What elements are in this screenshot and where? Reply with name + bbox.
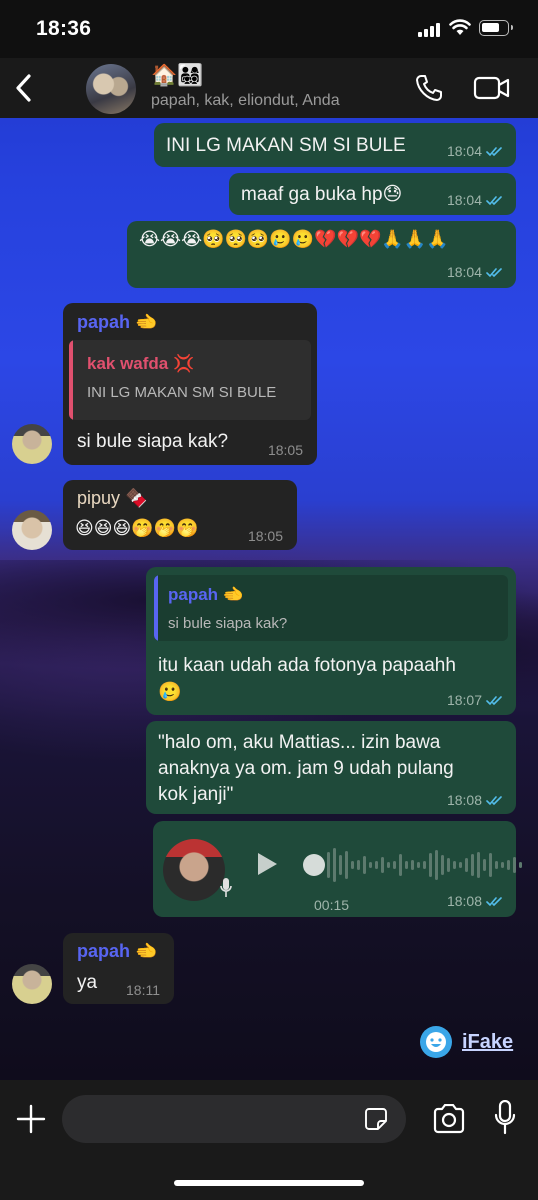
- battery-icon: [479, 20, 513, 36]
- message-time: 18:05: [267, 442, 303, 458]
- wifi-icon: [449, 19, 471, 35]
- quoted-message[interactable]: papah 🫲 si bule siapa kak?: [154, 575, 508, 641]
- message-text: maaf ga buka hp😓: [241, 184, 403, 205]
- message-text: 😆😆😆🤭🤭🤭: [75, 518, 199, 538]
- message-bubble-outgoing[interactable]: maaf ga buka hp😓 18:04: [229, 173, 516, 215]
- group-avatar[interactable]: [86, 64, 136, 114]
- message-sender: pipuy 🍫: [77, 488, 148, 508]
- microphone-icon[interactable]: [494, 1100, 516, 1136]
- message-sender: papah 🫲: [77, 312, 158, 332]
- message-text: si bule siapa kak?: [77, 431, 229, 452]
- message-meta: 18:08: [447, 893, 504, 909]
- voice-message-bubble[interactable]: 00:15 18:08: [153, 821, 522, 917]
- message-meta: 18:04: [447, 192, 504, 208]
- quoted-message[interactable]: kak wafda 💢 INI LG MAKAN SM SI BULE: [69, 340, 311, 420]
- message-bubble-outgoing[interactable]: "halo om, aku Mattias... izin bawa anakn…: [146, 721, 516, 814]
- quote-sender: papah 🫲: [168, 585, 244, 604]
- message-meta: 18:04: [447, 264, 504, 280]
- plus-icon[interactable]: [16, 1104, 46, 1134]
- message-text: 😭😭😭🥺🥺🥺🥲🥲💔💔💔🙏🙏🙏: [139, 229, 449, 249]
- back-chevron-icon[interactable]: [12, 72, 36, 104]
- voice-sender-avatar: [163, 839, 225, 901]
- group-name[interactable]: 🏠👨‍👩‍👧‍👦: [151, 64, 203, 88]
- quote-sender: kak wafda 💢: [87, 354, 195, 373]
- message-input-bar: [0, 1080, 538, 1200]
- message-meta: 18:11: [126, 982, 160, 998]
- ifake-watermark: iFake: [420, 1026, 513, 1058]
- sender-avatar-papah[interactable]: [12, 424, 52, 464]
- message-time: 18:08: [446, 792, 482, 808]
- group-members-list[interactable]: papah, kak, eliondut, Anda: [151, 92, 340, 110]
- read-ticks-icon: [486, 267, 502, 277]
- message-meta: 18:08: [447, 792, 504, 808]
- message-text-emoji: 🥲: [158, 682, 182, 703]
- message-bubble-incoming[interactable]: papah 🫲 ya 18:11: [63, 933, 174, 1004]
- message-text: itu kaan udah ada fotonya papaahh: [158, 655, 456, 676]
- message-meta: 18:04: [447, 143, 504, 159]
- sender-avatar-pipuy[interactable]: [12, 510, 52, 550]
- sender-avatar-papah[interactable]: [12, 964, 52, 1004]
- message-sender: papah 🫲: [77, 941, 158, 961]
- quote-text: INI LG MAKAN SM SI BULE: [87, 384, 277, 401]
- message-time: 18:04: [446, 143, 482, 159]
- message-meta: 18:05: [268, 442, 303, 458]
- sticker-icon[interactable]: [364, 1107, 388, 1131]
- read-ticks-icon: [486, 896, 502, 906]
- message-bubble-outgoing[interactable]: 😭😭😭🥺🥺🥺🥲🥲💔💔💔🙏🙏🙏 18:04: [127, 221, 516, 288]
- camera-icon[interactable]: [432, 1104, 466, 1134]
- message-bubble-incoming[interactable]: pipuy 🍫 😆😆😆🤭🤭🤭 18:05: [63, 480, 297, 550]
- read-ticks-icon: [486, 146, 502, 156]
- quote-bar: [69, 340, 73, 420]
- message-bubble-outgoing[interactable]: papah 🫲 si bule siapa kak? itu kaan udah…: [146, 567, 516, 715]
- playback-scrubber[interactable]: [303, 854, 325, 876]
- message-text-line: anaknya ya om. jam 9 udah pulang: [158, 758, 454, 779]
- message-bubble-outgoing[interactable]: INI LG MAKAN SM SI BULE 18:04: [154, 123, 516, 167]
- ifake-logo-icon: [420, 1026, 452, 1058]
- message-text-line: "halo om, aku Mattias... izin bawa: [158, 732, 441, 753]
- quote-bar: [154, 575, 158, 641]
- message-time: 18:11: [126, 982, 160, 998]
- microphone-icon: [220, 878, 232, 897]
- cellular-signal-icon: [418, 21, 442, 37]
- message-text-line: kok janji": [158, 784, 234, 805]
- status-bar: 18:36: [0, 0, 538, 58]
- message-time: 18:04: [446, 192, 482, 208]
- ifake-label: iFake: [462, 1030, 514, 1053]
- message-text: INI LG MAKAN SM SI BULE: [166, 135, 406, 156]
- message-time: 18:07: [446, 692, 482, 708]
- play-icon[interactable]: [255, 851, 279, 877]
- message-time: 18:05: [247, 528, 283, 544]
- message-time: 18:04: [446, 264, 482, 280]
- read-ticks-icon: [486, 695, 502, 705]
- quote-text: si bule siapa kak?: [168, 615, 288, 632]
- video-call-icon[interactable]: [473, 75, 511, 101]
- message-meta: 18:07: [447, 692, 504, 708]
- voice-waveform[interactable]: [327, 847, 522, 883]
- voice-duration: 00:15: [314, 897, 350, 913]
- message-meta: 18:05: [248, 528, 283, 544]
- message-input[interactable]: [62, 1095, 406, 1143]
- message-text: ya: [77, 972, 98, 993]
- home-indicator: [174, 1180, 364, 1186]
- read-ticks-icon: [486, 795, 502, 805]
- read-ticks-icon: [486, 195, 502, 205]
- message-time: 18:08: [446, 893, 482, 909]
- message-bubble-incoming[interactable]: papah 🫲 kak wafda 💢 INI LG MAKAN SM SI B…: [63, 303, 317, 465]
- status-time: 18:36: [36, 17, 92, 40]
- chat-header: 🏠👨‍👩‍👧‍👦 papah, kak, eliondut, Anda: [0, 58, 538, 118]
- voice-call-icon[interactable]: [414, 73, 444, 103]
